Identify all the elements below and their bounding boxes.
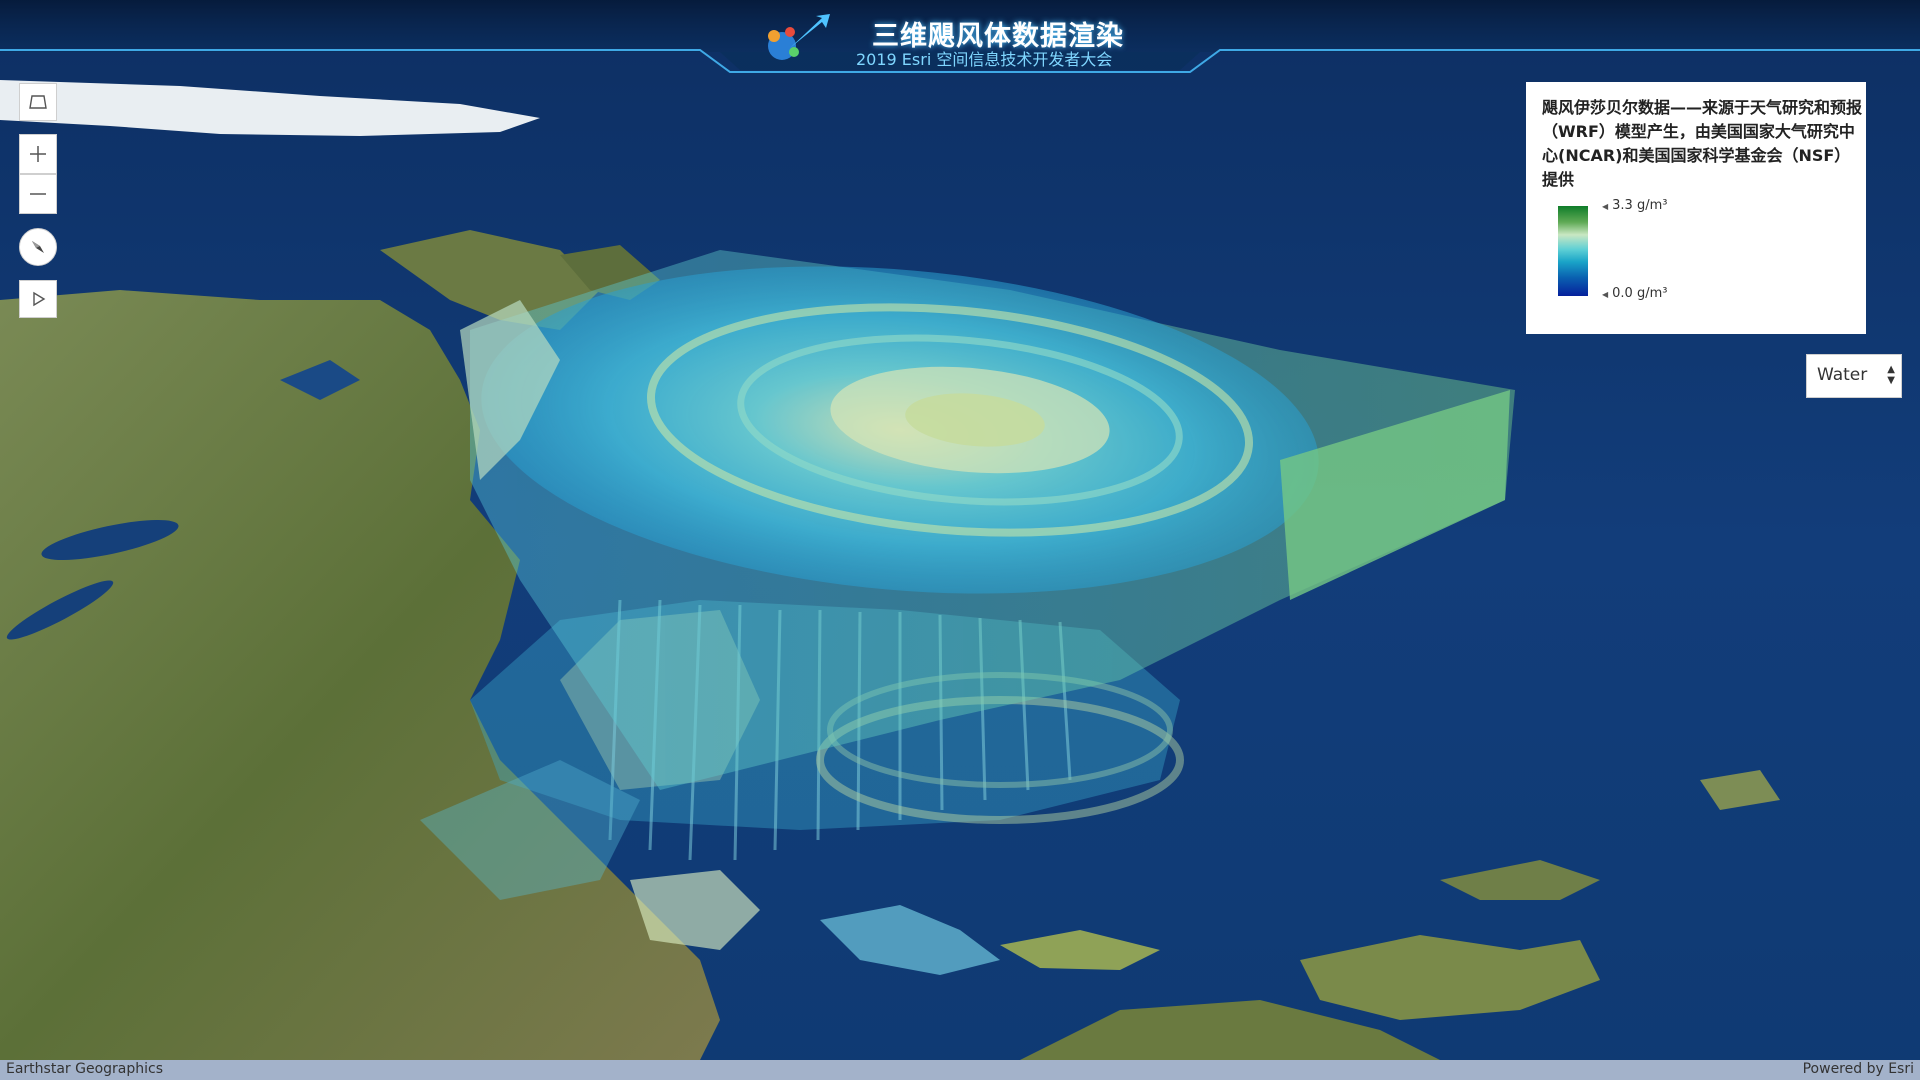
variable-select[interactable]: Water ▲ ▼ xyxy=(1806,354,1902,398)
compass-button[interactable] xyxy=(19,228,57,266)
attribution-text: Earthstar Geographics xyxy=(6,1061,164,1077)
chevron-updown-icon: ▲ ▼ xyxy=(1887,364,1895,386)
zoom-in-icon xyxy=(28,144,48,164)
legend-title: 飓风伊莎贝尔数据——来源于天气研究和预报（WRF）模型产生，由美国国家大气研究中… xyxy=(1542,98,1863,189)
legend-min-label: ◀ 0.0 g/m³ xyxy=(1602,286,1668,301)
attribution-bar: Earthstar Geographics Powered by Esri xyxy=(0,1060,1920,1080)
color-ramp xyxy=(1558,206,1588,296)
legend-max-label: ◀ 3.3 g/m³ xyxy=(1602,198,1668,213)
select-area-button[interactable] xyxy=(19,83,57,121)
zoom-out-icon xyxy=(28,184,48,204)
compass-icon xyxy=(27,236,49,258)
page-subtitle: 2019 Esri 空间信息技术开发者大会 xyxy=(856,50,1113,69)
app-logo-icon xyxy=(760,12,832,68)
play-button[interactable] xyxy=(19,280,57,318)
variable-select-value: Water xyxy=(1817,365,1868,385)
powered-by-link[interactable]: Powered by Esri xyxy=(1803,1061,1914,1077)
zoom-in-button[interactable] xyxy=(19,134,57,174)
select-area-icon xyxy=(28,93,48,111)
legend-panel: 飓风伊莎贝尔数据——来源于天气研究和预报（WRF）模型产生，由美国国家大气研究中… xyxy=(1526,82,1866,334)
play-icon xyxy=(29,290,47,308)
zoom-out-button[interactable] xyxy=(19,174,57,214)
header: 三维飓风体数据渲染 2019 Esri 空间信息技术开发者大会 xyxy=(0,0,1920,76)
